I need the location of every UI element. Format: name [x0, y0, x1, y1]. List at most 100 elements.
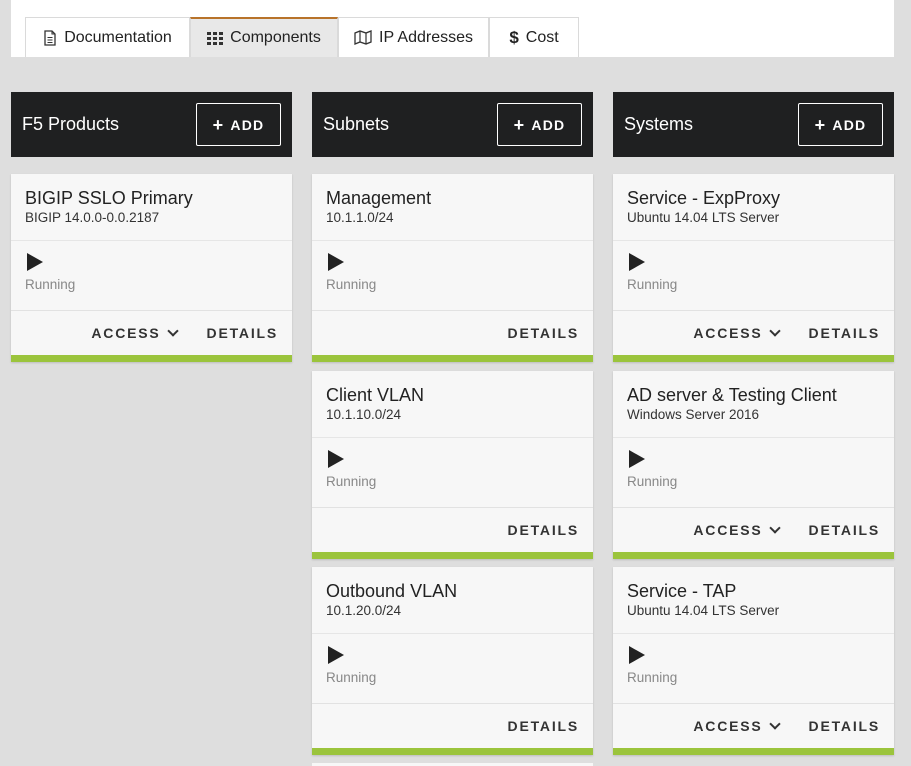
card-title: BIGIP SSLO Primary — [25, 188, 193, 208]
component-card: Service - ExpProxy Ubuntu 14.04 LTS Serv… — [613, 174, 894, 362]
add-button[interactable]: + ADD — [497, 103, 582, 146]
component-card: Outbound VLAN 10.1.20.0/24 Running DETAI… — [312, 567, 593, 755]
card-actions: DETAILS — [312, 704, 593, 748]
card-header: AD server & Testing Client Windows Serve… — [613, 371, 894, 438]
status-text: Running — [627, 277, 678, 292]
chevron-down-icon — [166, 324, 179, 337]
status-text: Running — [627, 670, 678, 685]
card-status: Running — [613, 241, 894, 311]
column-header: Subnets + ADD — [312, 92, 593, 157]
card-actions: ACCESS DETAILS — [613, 311, 894, 355]
component-card: AD server & Testing Client Windows Serve… — [613, 371, 894, 559]
card-header: Management 10.1.1.0/24 — [312, 174, 593, 241]
card-actions: ACCESS DETAILS — [11, 311, 292, 355]
add-button[interactable]: + ADD — [798, 103, 883, 146]
add-button[interactable]: + ADD — [196, 103, 281, 146]
tab-cost[interactable]: $ Cost — [489, 17, 579, 57]
tab-label: Cost — [525, 28, 559, 46]
plus-icon: + — [513, 114, 526, 135]
access-label: ACCESS — [693, 522, 763, 538]
card-actions: ACCESS DETAILS — [613, 704, 894, 748]
card-status: Running — [312, 634, 593, 704]
column-header: Systems + ADD — [613, 92, 894, 157]
card-subtitle: Ubuntu 14.04 LTS Server — [627, 603, 780, 618]
details-button[interactable]: DETAILS — [508, 718, 579, 734]
tab-documentation[interactable]: Documentation — [25, 17, 190, 57]
card-status: Running — [613, 438, 894, 508]
column-f5-products: F5 Products + ADD BIGIP SSLO Primary BIGI… — [11, 92, 292, 362]
column-title: Systems — [624, 114, 694, 134]
access-button[interactable]: ACCESS — [693, 521, 781, 538]
card-header: Outbound VLAN 10.1.20.0/24 — [312, 567, 593, 634]
details-button[interactable]: DETAILS — [809, 718, 880, 734]
column-systems: Systems + ADD Service - ExpProxy Ubuntu 1… — [613, 92, 894, 755]
details-button[interactable]: DETAILS — [508, 522, 579, 538]
card-subtitle: Ubuntu 14.04 LTS Server — [627, 210, 780, 225]
card-title: Management — [326, 188, 432, 208]
card-actions: DETAILS — [312, 311, 593, 355]
plus-icon: + — [814, 114, 827, 135]
add-label: ADD — [832, 116, 867, 133]
play-icon[interactable] — [328, 646, 344, 664]
card-subtitle: BIGIP 14.0.0-0.0.2187 — [25, 210, 160, 225]
column-header: F5 Products + ADD — [11, 92, 292, 157]
tab-bar: Documentation Components IP Addresses $ … — [11, 0, 894, 57]
card-actions: ACCESS DETAILS — [613, 508, 894, 552]
card-title: Service - TAP — [627, 581, 737, 601]
details-button[interactable]: DETAILS — [809, 522, 880, 538]
card-actions: DETAILS — [312, 508, 593, 552]
column-title: F5 Products — [22, 114, 120, 134]
play-icon[interactable] — [328, 253, 344, 271]
component-card: BIGIP SSLO Primary BIGIP 14.0.0-0.0.2187… — [11, 174, 292, 362]
card-subtitle: Windows Server 2016 — [627, 407, 760, 422]
card-status: Running — [312, 241, 593, 311]
card-subtitle: 10.1.10.0/24 — [326, 407, 402, 422]
status-text: Running — [627, 474, 678, 489]
status-text: Running — [25, 277, 76, 292]
component-card: Service - TAP Ubuntu 14.04 LTS Server Ru… — [613, 567, 894, 755]
card-subtitle: 10.1.1.0/24 — [326, 210, 394, 225]
details-button[interactable]: DETAILS — [207, 325, 278, 341]
column-title: Subnets — [323, 114, 390, 134]
dollar-icon: $ — [509, 27, 519, 47]
card-status: Running — [613, 634, 894, 704]
chevron-down-icon — [768, 717, 781, 730]
tab-label: Components — [230, 29, 321, 46]
chevron-down-icon — [768, 324, 781, 337]
card-title: AD server & Testing Client — [627, 385, 837, 405]
add-label: ADD — [531, 116, 566, 133]
card-status: Running — [312, 438, 593, 508]
card-title: Service - ExpProxy — [627, 188, 781, 208]
chevron-down-icon — [768, 521, 781, 534]
play-icon[interactable] — [629, 646, 645, 664]
status-text: Running — [326, 277, 377, 292]
details-button[interactable]: DETAILS — [508, 325, 579, 341]
tab-label: IP Addresses — [379, 28, 473, 46]
access-label: ACCESS — [91, 325, 161, 341]
tab-label: Documentation — [64, 28, 172, 46]
play-icon[interactable] — [328, 450, 344, 468]
component-card: Management 10.1.1.0/24 Running DETAILS — [312, 174, 593, 362]
play-icon[interactable] — [27, 253, 43, 271]
document-icon — [43, 29, 57, 46]
play-icon[interactable] — [629, 450, 645, 468]
status-text: Running — [326, 670, 377, 685]
tab-ip-addresses[interactable]: IP Addresses — [338, 17, 489, 57]
access-button[interactable]: ACCESS — [693, 324, 781, 341]
grid-icon — [207, 31, 224, 45]
access-button[interactable]: ACCESS — [693, 717, 781, 734]
access-label: ACCESS — [693, 325, 763, 341]
status-text: Running — [326, 474, 377, 489]
column-subnets: Subnets + ADD Management 10.1.1.0/24 Runn… — [312, 92, 593, 755]
card-header: Service - TAP Ubuntu 14.04 LTS Server — [613, 567, 894, 634]
card-header: BIGIP SSLO Primary BIGIP 14.0.0-0.0.2187 — [11, 174, 292, 241]
card-title: Client VLAN — [326, 385, 425, 405]
add-label: ADD — [230, 116, 265, 133]
map-icon — [354, 30, 372, 45]
tab-components[interactable]: Components — [190, 17, 338, 57]
play-icon[interactable] — [629, 253, 645, 271]
plus-icon: + — [212, 114, 225, 135]
details-button[interactable]: DETAILS — [809, 325, 880, 341]
card-header: Client VLAN 10.1.10.0/24 — [312, 371, 593, 438]
access-button[interactable]: ACCESS — [91, 324, 179, 341]
